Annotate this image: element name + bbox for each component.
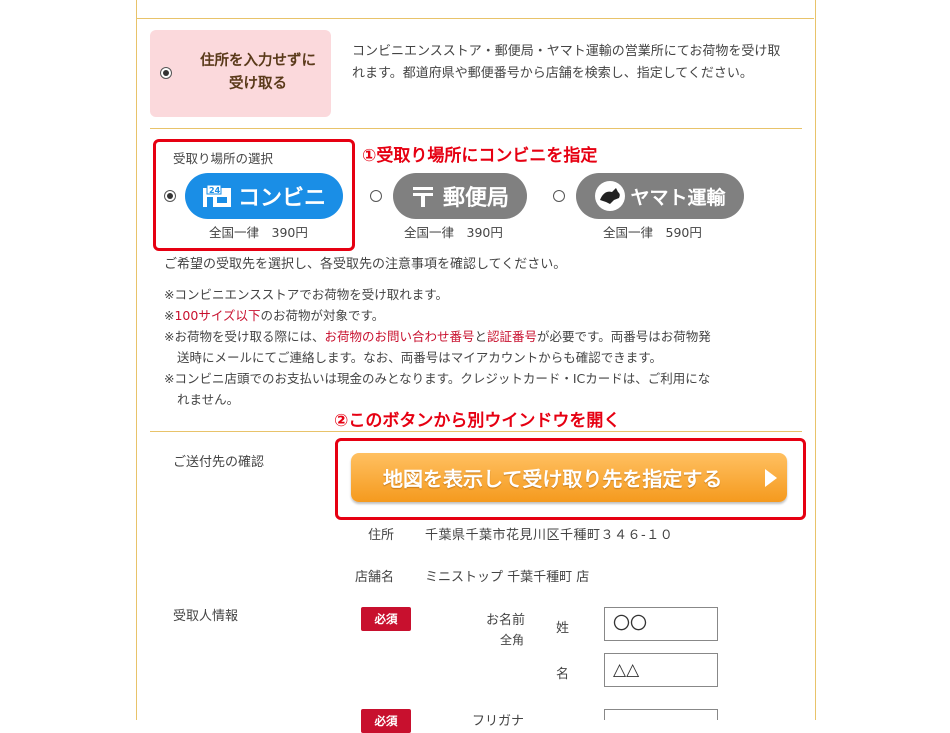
convenience-label: コンビニ: [237, 186, 326, 211]
annotation-1: ①受取り場所にコンビニを指定: [362, 146, 598, 166]
show-map-button[interactable]: 地図を表示して受け取り先を指定する: [351, 453, 787, 502]
note-2-highlight: 100サイズ以下: [174, 308, 261, 323]
required-badge: 必須: [361, 607, 411, 631]
address-label: 住所: [368, 528, 395, 543]
address-value: 千葉県千葉市花見川区千種町３４６-１０: [425, 528, 674, 543]
post-office-icon: [411, 184, 435, 208]
convenience-store-icon: 24: [202, 184, 232, 208]
yamato-option[interactable]: ヤマト運輸: [576, 173, 744, 219]
note-1: ※コンビニエンスストアでお荷物を受け取れます。: [164, 287, 448, 302]
fullwidth-note: 全角: [500, 633, 525, 647]
note-4: ※コンビニ店頭でのお支払いは現金のみとなります。クレジットカード・ICカードは、…: [164, 371, 711, 386]
yamato-price: 全国一律 590円: [603, 225, 702, 240]
recipient-section-label: 受取人情報: [173, 609, 239, 624]
convenience-price: 全国一律 390円: [209, 225, 308, 240]
last-name-input[interactable]: 〇〇: [604, 607, 718, 641]
required-badge-2: 必須: [361, 709, 411, 733]
pickup-section-label: 受取り場所の選択: [173, 151, 274, 166]
yamato-label: ヤマト運輸: [630, 186, 726, 209]
pickup-instruction: ご希望の受取先を選択し、各受取先の注意事項を確認してください。: [164, 257, 567, 272]
note-2-prefix: ※: [164, 308, 175, 323]
first-name-label: 名: [556, 667, 570, 682]
last-name-label: 姓: [556, 621, 570, 636]
no-address-option[interactable]: 住所を入力せずに 受け取る: [150, 30, 331, 117]
note-3-line2: 送時にメールにてご連絡します。なお、両番号はマイアカウントからも確認できます。: [177, 350, 663, 365]
store-label: 店舗名: [355, 570, 395, 585]
convenience-radio[interactable]: [164, 190, 176, 202]
name-label: お名前: [486, 613, 526, 628]
no-address-label-line2: 受け取る: [229, 76, 287, 92]
furigana-input[interactable]: [604, 709, 718, 720]
note-3-highlight-2: 認証番号: [487, 329, 538, 344]
no-address-label-line1: 住所を入力せずに: [200, 53, 316, 69]
svg-text:24: 24: [209, 186, 221, 195]
note-3-a: ※お荷物を受け取る際には、: [164, 329, 325, 344]
divider-2: [150, 431, 802, 432]
note-3-highlight-1: お荷物のお問い合わせ番号: [324, 329, 475, 344]
show-map-button-label: 地図を表示して受け取り先を指定する: [383, 467, 723, 491]
divider-1: [150, 128, 802, 129]
note-3-b: と: [474, 329, 488, 344]
note-3: ※お荷物を受け取る際には、お荷物のお問い合わせ番号と認証番号が必要です。両番号は…: [164, 326, 711, 347]
no-address-radio[interactable]: [160, 67, 172, 79]
store-value: ミニストップ 千葉千種町 店: [425, 570, 590, 585]
note-2: ※100サイズ以下のお荷物が対象です。: [164, 305, 384, 326]
convenience-option[interactable]: 24 コンビニ: [185, 173, 343, 219]
top-divider: [137, 18, 814, 19]
note-2-suffix: のお荷物が対象です。: [260, 308, 385, 323]
play-arrow-icon: [765, 469, 777, 487]
note-4-line2: れません。: [177, 392, 240, 407]
post-office-option[interactable]: 郵便局: [393, 173, 527, 219]
destination-section-label: ご送付先の確認: [173, 455, 265, 470]
post-office-price: 全国一律 390円: [404, 225, 503, 240]
annotation-2: ②このボタンから別ウインドウを開く: [334, 411, 621, 431]
yamato-radio[interactable]: [553, 190, 565, 202]
post-office-label: 郵便局: [442, 186, 509, 211]
black-cat-icon: [594, 180, 626, 212]
post-office-radio[interactable]: [370, 190, 382, 202]
no-address-label: 住所を入力せずに 受け取る: [188, 50, 328, 96]
first-name-input[interactable]: △△: [604, 653, 718, 687]
note-3-c: が必要です。両番号はお荷物発: [537, 329, 711, 344]
no-address-description: コンビニエンスストア・郵便局・ヤマト運輸の営業所にてお荷物を受け取れます。都道府…: [352, 44, 781, 81]
